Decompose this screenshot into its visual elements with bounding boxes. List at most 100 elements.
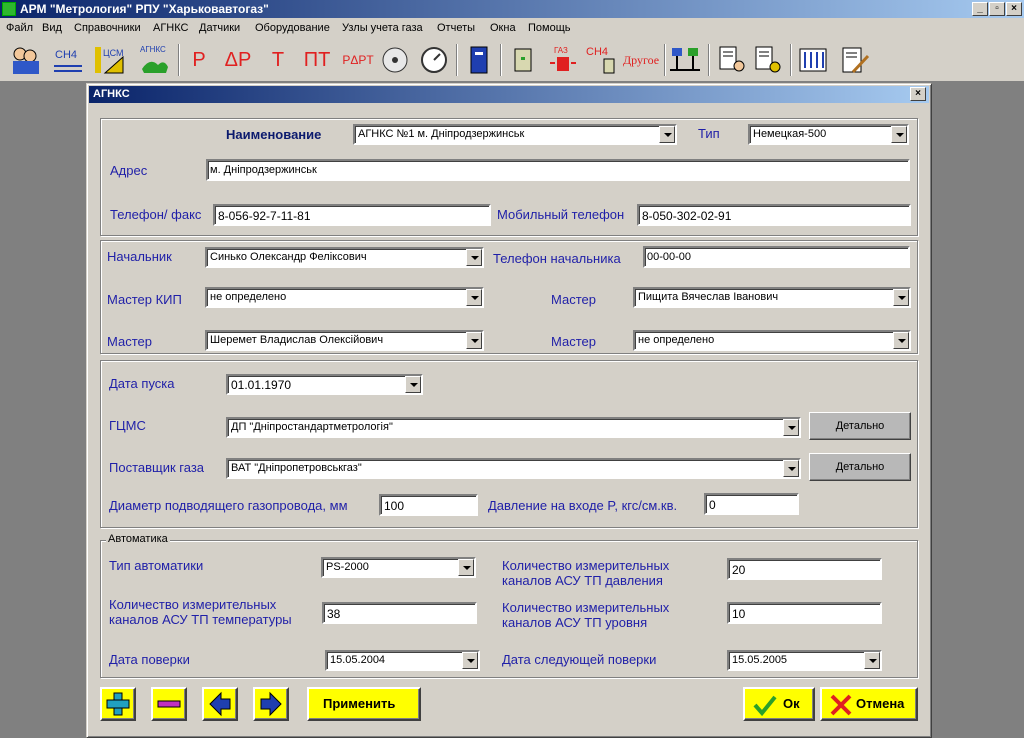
cross-icon — [830, 694, 852, 716]
menu-gas-metering[interactable]: Узлы учета газа — [342, 22, 423, 34]
pressure-label: Давление на входе P, кгс/см.кв. — [488, 498, 678, 513]
menu-agnks[interactable]: АГНКС — [153, 22, 188, 34]
supplier-detail-button[interactable]: Детально — [809, 453, 911, 481]
toolbar-gas-label: ГАЗ — [554, 46, 568, 55]
gcms-detail-button[interactable]: Детально — [809, 412, 911, 440]
edit-document-icon[interactable] — [838, 42, 872, 78]
check-date-select[interactable]: 15.05.2004 — [325, 650, 480, 671]
pt-button[interactable]: ПТ — [300, 42, 334, 78]
dialog-close-button[interactable]: × — [910, 87, 926, 101]
kip-master-label: Мастер КИП — [107, 292, 182, 307]
menu-bar: Файл Вид Справочники АГНКС Датчики Обору… — [0, 18, 1024, 38]
name-select[interactable]: АГНКС №1 м. Дніпродзержинськ — [353, 124, 677, 145]
gas-alarm-icon[interactable]: ГАЗ — [546, 42, 580, 78]
next-check-date-label: Дата следующей поверки — [502, 652, 657, 667]
master3-select[interactable]: не определено — [633, 330, 911, 351]
agnks-icon[interactable]: АГНКС — [138, 42, 172, 78]
chief-label: Начальник — [107, 249, 172, 264]
gauge-icon[interactable] — [417, 42, 451, 78]
chart-icon[interactable] — [796, 42, 830, 78]
menu-help[interactable]: Помощь — [528, 22, 571, 34]
chief-phone-field[interactable]: 00-00-00 — [643, 246, 910, 268]
dialog-title: АГНКС — [93, 88, 130, 100]
master2-select[interactable]: Шеремет Владислав Олексійович — [205, 330, 484, 351]
master1-select[interactable]: Пищита Вячеслав Іванович — [633, 287, 911, 308]
toolbar-separator — [178, 44, 180, 76]
supplier-label: Поставщик газа — [109, 460, 205, 475]
chief-select[interactable]: Синько Олександр Феліксович — [205, 247, 484, 268]
toolbar-separator — [500, 44, 502, 76]
dialog-title-bar: АГНКС × — [89, 86, 929, 103]
minimize-button[interactable]: _ — [972, 2, 988, 16]
gcms-select[interactable]: ДП "Дніпростандартметрологія" — [226, 417, 801, 438]
menu-file[interactable]: Файл — [6, 22, 33, 34]
next-record-button[interactable] — [253, 687, 289, 721]
next-check-date-select[interactable]: 15.05.2005 — [727, 650, 882, 671]
previous-record-button[interactable] — [202, 687, 238, 721]
temperature-button[interactable]: T — [261, 42, 295, 78]
menu-directories[interactable]: Справочники — [74, 22, 141, 34]
document-user-icon[interactable] — [714, 42, 748, 78]
menu-equipment[interactable]: Оборудование — [255, 22, 330, 34]
chief-phone-label: Телефон начальника — [493, 251, 621, 266]
arrow-right-icon — [260, 691, 282, 717]
start-date-label: Дата пуска — [109, 376, 175, 391]
phone-label: Телефон/ факс — [110, 207, 202, 222]
ok-button[interactable]: Ок — [743, 687, 815, 721]
supplier-select[interactable]: ВАТ "Дніпропетровськгаз" — [226, 458, 801, 479]
toolbar-ch4-label: CH4 — [55, 49, 77, 61]
kip-master-select[interactable]: не определено — [205, 287, 484, 308]
toolbar-csm-label: ЦСМ — [103, 48, 124, 58]
users-icon[interactable] — [8, 42, 42, 78]
mobile-field[interactable]: 8-050-302-02-91 — [637, 204, 911, 226]
menu-windows[interactable]: Окна — [490, 22, 516, 34]
book-icon[interactable] — [462, 42, 496, 78]
network-icon[interactable] — [668, 42, 702, 78]
app-title: АРМ "Метрология" РПУ "Харьковавтогаз" — [20, 2, 269, 16]
type-select[interactable]: Немецкая-500 — [748, 124, 909, 145]
menu-view[interactable]: Вид — [42, 22, 62, 34]
automation-type-select[interactable]: PS-2000 — [321, 557, 476, 578]
toolbar-separator — [708, 44, 710, 76]
app-logo-icon — [2, 2, 16, 16]
restore-button[interactable]: ▫ — [989, 2, 1005, 16]
disc-icon[interactable] — [378, 42, 412, 78]
app-title-bar: АРМ "Метрология" РПУ "Харьковавтогаз" _ … — [0, 0, 1024, 18]
chevron-down-icon — [783, 460, 799, 477]
toolbar: CH4 ЦСМ АГНКС P ΔP T ПТ PΔPT ГАЗ CH4 Дру… — [0, 38, 1024, 82]
toolbar-separator — [790, 44, 792, 76]
prt-button[interactable]: PΔPT — [340, 42, 376, 78]
toolbar-separator — [664, 44, 666, 76]
press-channels-field[interactable]: 20 — [727, 558, 882, 580]
automation-type-label: Тип автоматики — [109, 558, 204, 573]
close-app-button[interactable]: × — [1006, 2, 1022, 16]
menu-sensors[interactable]: Датчики — [199, 22, 240, 34]
address-field[interactable]: м. Дніпродзержинськ — [206, 159, 910, 181]
apply-button[interactable]: Применить — [307, 687, 421, 721]
diff-pressure-button[interactable]: ΔP — [221, 42, 255, 78]
add-record-button[interactable] — [100, 687, 136, 721]
master1-label: Мастер — [551, 292, 596, 307]
menu-reports[interactable]: Отчеты — [437, 22, 475, 34]
delete-record-button[interactable] — [151, 687, 187, 721]
chevron-down-icon — [893, 289, 909, 306]
level-channels-field[interactable]: 10 — [727, 602, 882, 624]
ch4-sensor-icon[interactable]: CH4 — [584, 42, 618, 78]
diameter-field[interactable]: 100 — [379, 494, 478, 516]
ch4-icon[interactable]: CH4 — [52, 42, 86, 78]
panel-icon[interactable] — [506, 42, 540, 78]
other-button[interactable]: Другое — [622, 42, 660, 78]
start-date-select[interactable]: 01.01.1970 — [226, 374, 423, 395]
csm-icon[interactable]: ЦСМ — [93, 42, 127, 78]
chevron-down-icon — [659, 126, 675, 143]
cancel-button[interactable]: Отмена — [820, 687, 918, 721]
phone-field[interactable]: 8-056-92-7-11-81 — [213, 204, 491, 226]
pressure-sensor-button[interactable]: P — [182, 42, 216, 78]
type-label: Тип — [698, 126, 720, 141]
chevron-down-icon — [405, 376, 421, 393]
temp-channels-field[interactable]: 38 — [322, 602, 477, 624]
check-date-label: Дата поверки — [109, 652, 190, 667]
toolbar-agnks-label: АГНКС — [140, 45, 166, 54]
pressure-field[interactable]: 0 — [704, 493, 799, 515]
document-settings-icon[interactable] — [750, 42, 784, 78]
